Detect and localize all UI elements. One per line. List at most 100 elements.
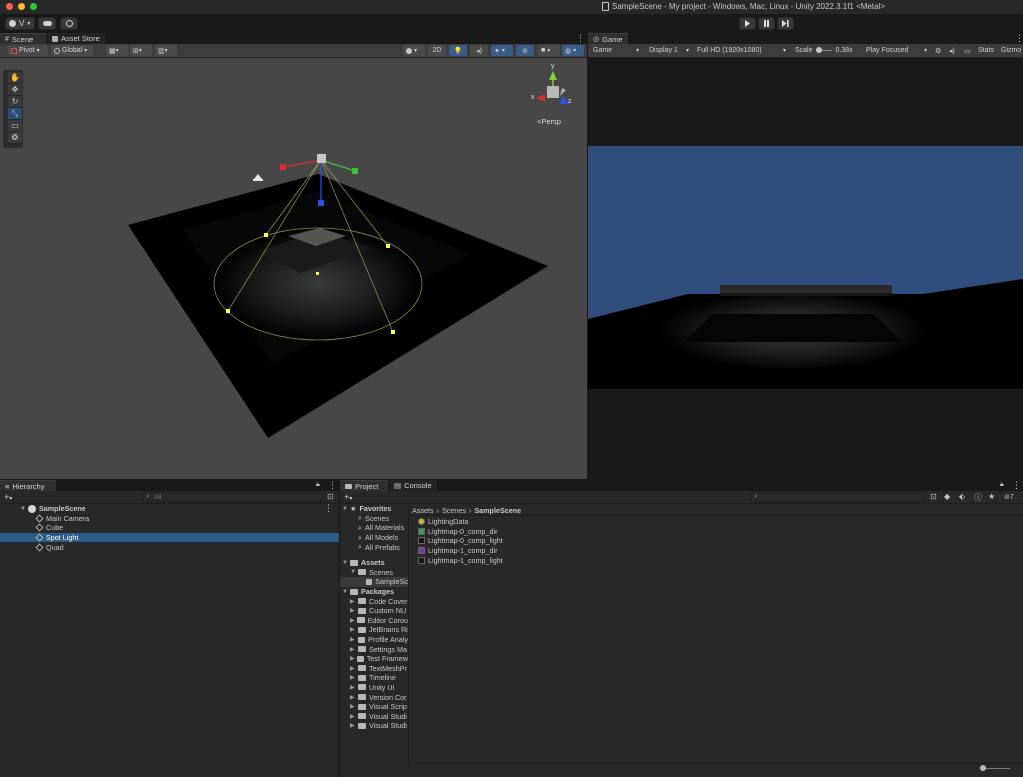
- close-window-button[interactable]: [6, 3, 13, 10]
- favorites-row[interactable]: ▼ ★ Favorites: [340, 504, 408, 514]
- favorites-item[interactable]: ⌕ All Materials: [340, 523, 408, 533]
- scene-menu-icon[interactable]: ⋮: [576, 33, 585, 43]
- toggle-2d-button[interactable]: 2D: [428, 45, 446, 56]
- rotate-tool[interactable]: ↻: [8, 96, 22, 108]
- favorites-item[interactable]: ⌕ Scenes: [340, 513, 408, 524]
- breadcrumb-item[interactable]: Assets: [412, 506, 434, 515]
- expand-arrow-icon[interactable]: ▶: [350, 617, 357, 624]
- spot-handle[interactable]: [391, 330, 395, 334]
- tab-scene[interactable]: # Scene: [0, 33, 46, 44]
- mute-audio-button[interactable]: ◂): [946, 45, 958, 56]
- scale-tool[interactable]: ⤡: [8, 108, 22, 120]
- expand-arrow-icon[interactable]: ▶: [350, 646, 358, 653]
- pivot-dropdown[interactable]: Pivot ▾: [8, 45, 48, 56]
- resolution-dropdown[interactable]: Full HD (1920x1080) ▾: [694, 45, 789, 56]
- search-by-type-icon[interactable]: ⊡: [930, 492, 937, 501]
- package-folder-row[interactable]: ▶ JetBrains Ri: [340, 625, 408, 635]
- asset-item[interactable]: Lightmap-0_comp_light: [418, 536, 1018, 546]
- play-focused-dropdown[interactable]: Play Focused ▾: [863, 45, 930, 56]
- star-icon[interactable]: ★: [988, 492, 995, 501]
- expand-arrow-icon[interactable]: ▶: [350, 684, 358, 691]
- asset-item[interactable]: Lightmap-1_comp_light: [418, 555, 1018, 565]
- game-render[interactable]: [588, 146, 1023, 389]
- tag-icon[interactable]: ⬖: [959, 492, 965, 501]
- nav-gizmo-center[interactable]: [547, 86, 559, 98]
- package-folder-row[interactable]: ▶ Code Cover: [340, 596, 408, 606]
- tab-hierarchy[interactable]: ≡ Hierarchy: [0, 480, 56, 491]
- expand-arrow-icon[interactable]: ▶: [350, 598, 358, 605]
- expand-arrow-icon[interactable]: ▶: [350, 694, 358, 701]
- package-folder-row[interactable]: ▶ Editor Corou: [340, 616, 408, 626]
- expand-arrow-icon[interactable]: ▶: [350, 703, 358, 710]
- spot-handle[interactable]: [226, 309, 230, 313]
- scenes-folder-row[interactable]: ▼ Scenes: [340, 568, 408, 578]
- rect-tool[interactable]: ▭: [8, 120, 22, 132]
- account-dropdown[interactable]: V ▾: [5, 17, 35, 30]
- expand-arrow-icon[interactable]: ▶: [350, 665, 358, 672]
- transform-tool[interactable]: ❂: [8, 132, 22, 144]
- package-folder-row[interactable]: ▶ Profile Analy: [340, 635, 408, 645]
- hierarchy-search-input[interactable]: ⌕ All: [142, 492, 324, 502]
- hierarchy-item[interactable]: Spot Light: [0, 532, 339, 543]
- package-folder-row[interactable]: ▶ Settings Ma: [340, 644, 408, 654]
- hierarchy-item[interactable]: Quad: [0, 542, 339, 552]
- scale-y-axis[interactable]: [320, 159, 356, 172]
- tab-project[interactable]: Project: [340, 480, 388, 491]
- expand-arrow-icon[interactable]: ▶: [350, 674, 358, 681]
- scale-z-handle[interactable]: [318, 200, 324, 206]
- step-button[interactable]: [777, 17, 794, 30]
- display-dropdown[interactable]: Display 1 ▾: [646, 45, 692, 56]
- scale-y-handle[interactable]: [352, 168, 358, 174]
- stats-button[interactable]: Stats: [975, 45, 997, 56]
- scene-row[interactable]: ▼ SampleScene ⋮: [0, 503, 339, 514]
- hidden-packages-toggle[interactable]: ⊘7: [1004, 493, 1014, 501]
- tab-console[interactable]: ▤ Console: [389, 480, 437, 491]
- scale-center-handle[interactable]: [317, 154, 326, 163]
- samplescene-folder-row[interactable]: SampleSc: [340, 577, 408, 587]
- play-button[interactable]: [739, 17, 756, 30]
- assets-row[interactable]: ▼ Assets: [340, 558, 408, 568]
- gizmos-toggle[interactable]: Gizmo: [998, 45, 1023, 56]
- lock-icon[interactable]: 🔒︎: [1000, 481, 1004, 489]
- global-dropdown[interactable]: Global ▾: [51, 45, 93, 56]
- expand-arrow-icon[interactable]: ▶: [350, 713, 358, 720]
- expand-arrow-icon[interactable]: ▶: [350, 722, 358, 729]
- gizmos-dropdown[interactable]: ◍ ▾: [562, 45, 584, 56]
- package-folder-row[interactable]: ▶ Custom NU: [340, 606, 408, 616]
- hierarchy-item[interactable]: Cube: [0, 523, 339, 533]
- package-folder-row[interactable]: ▶ Test Framew: [340, 654, 408, 664]
- tab-asset-store[interactable]: Asset Store: [47, 33, 105, 44]
- lock-icon[interactable]: 🔒︎: [316, 481, 320, 489]
- scale-x-axis[interactable]: [283, 159, 322, 168]
- favorites-item[interactable]: ⌕ All Prefabs: [340, 542, 408, 552]
- icon-size-knob[interactable]: [980, 765, 986, 771]
- grid-snap-dropdown[interactable]: ▦ ▾: [106, 45, 128, 56]
- package-folder-row[interactable]: ▶ Timeline: [340, 673, 408, 683]
- spot-handle[interactable]: [386, 244, 390, 248]
- tab-game[interactable]: ◎ Game: [588, 33, 628, 44]
- scene-search-icon[interactable]: ⊡: [327, 492, 334, 501]
- toggle-lighting-button[interactable]: 💡: [449, 45, 467, 56]
- info-icon[interactable]: ⓘ: [974, 492, 982, 503]
- create-asset-button[interactable]: +▾: [344, 492, 352, 502]
- breadcrumb-item[interactable]: SampleScene: [474, 506, 521, 515]
- zoom-window-button[interactable]: [30, 3, 37, 10]
- hand-tool[interactable]: ✋: [8, 72, 22, 84]
- hidden-objects-toggle[interactable]: ⊘: [516, 45, 534, 56]
- package-folder-row[interactable]: ▶ Version Cor: [340, 692, 408, 702]
- hierarchy-menu-icon[interactable]: ⋮: [328, 480, 337, 490]
- toggle-audio-button[interactable]: ◂): [470, 45, 488, 56]
- create-button[interactable]: +▾: [4, 492, 12, 502]
- shading-mode-dropdown[interactable]: ▾: [403, 45, 425, 56]
- asset-item[interactable]: Lightmap-0_comp_dir: [418, 527, 1018, 537]
- effects-dropdown[interactable]: ✦ ▾: [491, 45, 513, 56]
- cloud-button[interactable]: [38, 17, 56, 30]
- project-menu-icon[interactable]: ⋮: [1012, 480, 1021, 490]
- package-folder-row[interactable]: ▶ TextMeshPr: [340, 664, 408, 674]
- icon-size-slider[interactable]: [980, 765, 1010, 771]
- package-folder-row[interactable]: ▶ Visual Studi: [340, 711, 408, 721]
- frame-debugger-button[interactable]: ⚙: [932, 45, 944, 56]
- expand-arrow-icon[interactable]: ▶: [350, 655, 357, 662]
- projection-toggle[interactable]: <Persp: [537, 117, 561, 126]
- scale-slider[interactable]: Scale 0.38x: [792, 45, 864, 56]
